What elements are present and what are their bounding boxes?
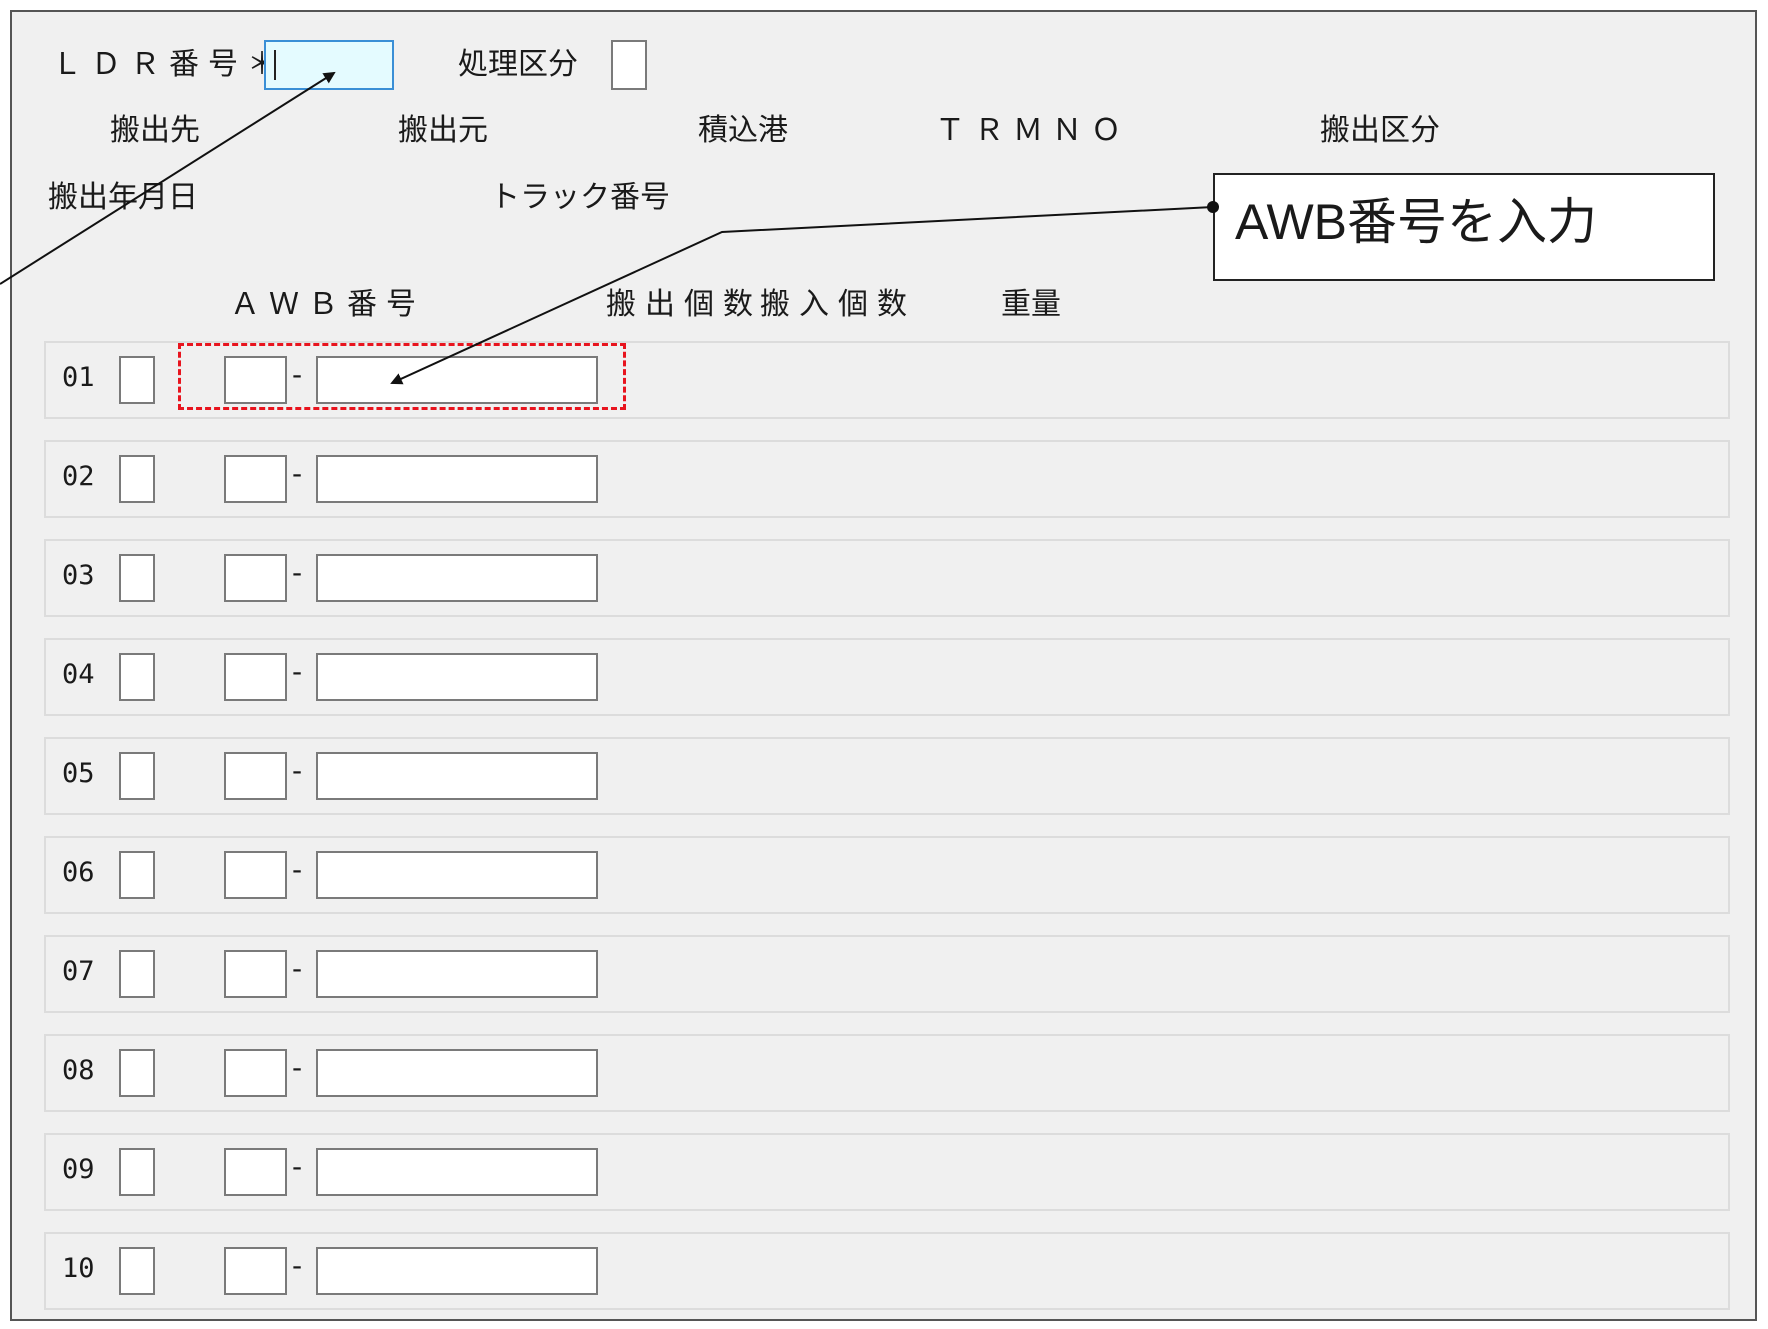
callout-anchor-dot <box>1207 201 1219 213</box>
awb-pointer-arrow <box>390 206 1214 385</box>
annotation-arrows <box>0 71 1219 385</box>
ldr-pointer-arrow <box>0 71 336 285</box>
